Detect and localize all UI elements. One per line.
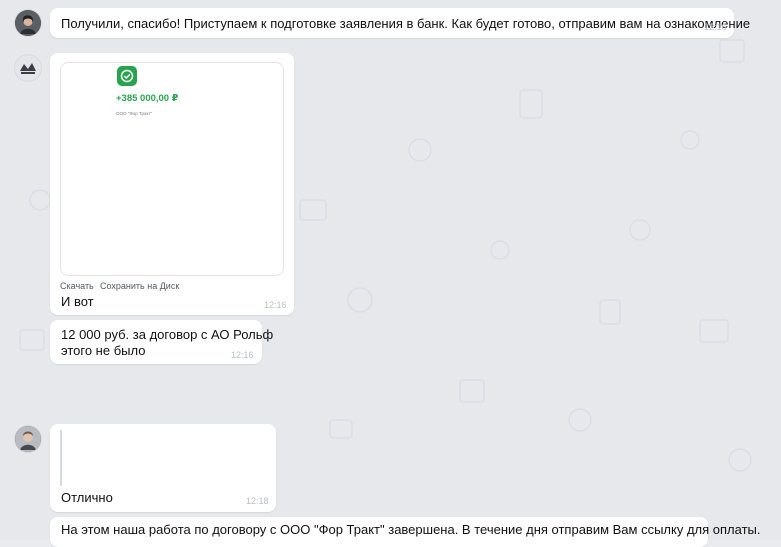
message-time: 12:16 [264, 300, 287, 310]
message-time: 12:16 [231, 350, 254, 360]
message-bubble[interactable]: +385 000,00 ₽ ООО "Фор Тракт" Скачать Со… [50, 53, 294, 315]
message-time: 12:16 [704, 22, 727, 32]
payment-payee: ООО "Фор Тракт" [116, 111, 153, 116]
avatar[interactable] [15, 10, 41, 36]
message-text: На этом наша работа по договору с ООО "Ф… [61, 522, 761, 537]
message-time: 12:18 [246, 496, 269, 506]
payment-amount: +385 000,00 ₽ [116, 93, 179, 104]
message-bubble[interactable]: На этом наша работа по договору с ООО "Ф… [50, 517, 761, 547]
save-to-disk-link[interactable]: Сохранить на Диск [100, 278, 179, 294]
avatar[interactable] [15, 426, 41, 452]
download-link[interactable]: Скачать [60, 278, 94, 294]
message-text: Отлично [61, 490, 113, 505]
message-bubble[interactable]: Получили, спасибо! Приступаем к подготов… [50, 8, 750, 38]
company-logo-icon [15, 55, 41, 81]
user-photo-icon [15, 426, 41, 452]
message-text: Получили, спасибо! Приступаем к подготов… [61, 16, 751, 31]
message-text-line: этого не было [61, 343, 146, 358]
checkmark-glyph-icon [120, 69, 134, 83]
message-bubble[interactable]: 12 000 руб. за договор с АО Рольф этого … [50, 320, 273, 364]
avatar[interactable] [15, 55, 41, 81]
message-text-line: 12 000 руб. за договор с АО Рольф [61, 327, 274, 342]
user-photo-icon [15, 10, 41, 36]
attachment-placeholder[interactable] [60, 430, 272, 486]
payment-receipt-preview[interactable]: +385 000,00 ₽ ООО "Фор Тракт" [60, 62, 284, 276]
message-text: И вот [61, 294, 94, 309]
check-icon [117, 66, 137, 86]
message-bubble[interactable]: Отлично 12:18 [50, 424, 276, 512]
